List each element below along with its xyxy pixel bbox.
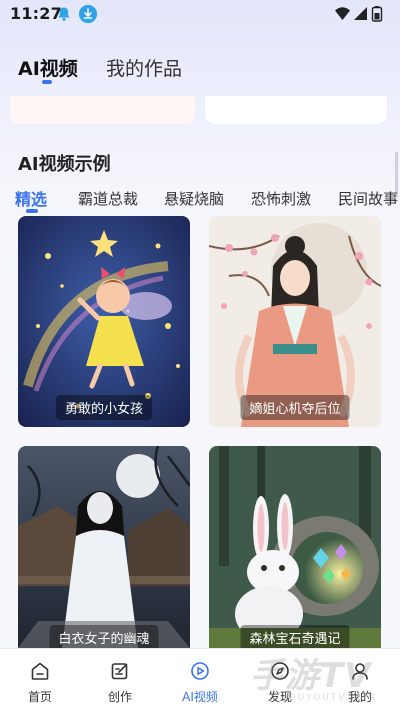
category-tab-horror[interactable]: 恐怖刺激 bbox=[251, 188, 311, 209]
user-icon bbox=[352, 663, 368, 680]
bottom-navigation: 首页 创作 AI视频 发现 我的 bbox=[0, 648, 400, 711]
video-card[interactable]: 森林宝石奇遇记 bbox=[209, 446, 381, 648]
card-title: 森林宝石奇遇记 bbox=[240, 625, 350, 648]
battery-icon bbox=[371, 6, 383, 22]
nav-label: 创作 bbox=[107, 690, 132, 704]
compass-icon bbox=[271, 662, 289, 680]
category-tab-featured[interactable]: 精选 bbox=[15, 186, 47, 210]
nav-item-create[interactable]: 创作 bbox=[80, 649, 160, 711]
card-title: 白衣女子的幽魂 bbox=[49, 625, 159, 648]
feature-card-partial[interactable] bbox=[10, 96, 195, 124]
signal-icon bbox=[354, 7, 367, 20]
wifi-icon bbox=[335, 7, 350, 20]
category-tab-folk[interactable]: 民间故事 bbox=[338, 188, 398, 209]
card-title: 勇敢的小女孩 bbox=[55, 395, 153, 420]
status-time: 11:27 bbox=[10, 4, 62, 23]
nav-label: 发现 bbox=[267, 690, 292, 704]
card-title: 嫡姐心机夺后位 bbox=[240, 395, 350, 420]
active-tab-indicator bbox=[42, 80, 52, 84]
nav-item-home[interactable]: 首页 bbox=[0, 649, 80, 711]
video-card[interactable]: 勇敢的小女孩 bbox=[18, 216, 190, 427]
category-tab-suspense[interactable]: 悬疑烧脑 bbox=[164, 188, 224, 209]
nav-label: 首页 bbox=[27, 690, 52, 704]
section-title: AI视频示例 bbox=[18, 154, 111, 175]
nav-label: 我的 bbox=[347, 690, 372, 704]
status-bar: 11:27 bbox=[0, 0, 400, 30]
category-tab-indicator bbox=[26, 209, 38, 213]
category-tab-ceo[interactable]: 霸道总裁 bbox=[78, 188, 138, 209]
nav-label: AI视频 bbox=[182, 690, 218, 704]
tab-my-works[interactable]: 我的作品 bbox=[106, 54, 182, 81]
tab-ai-video[interactable]: AI视频 bbox=[18, 54, 78, 81]
notification-bell-icon bbox=[58, 7, 70, 21]
feature-card-partial[interactable] bbox=[205, 96, 387, 124]
edit-icon bbox=[111, 663, 128, 680]
rabbit-gem-cave-image bbox=[209, 446, 381, 648]
home-icon bbox=[31, 662, 49, 680]
video-card[interactable]: 嫡姐心机夺后位 bbox=[209, 216, 381, 427]
download-icon bbox=[79, 5, 97, 23]
nav-item-ai-video[interactable]: AI视频 bbox=[160, 649, 240, 711]
play-circle-icon bbox=[191, 662, 209, 680]
nav-item-profile[interactable]: 我的 bbox=[320, 649, 400, 711]
nav-item-discover[interactable]: 发现 bbox=[240, 649, 320, 711]
system-status-icons bbox=[335, 6, 383, 22]
video-card[interactable]: 白衣女子的幽魂 bbox=[18, 446, 190, 648]
white-dress-woman-image bbox=[18, 446, 190, 648]
